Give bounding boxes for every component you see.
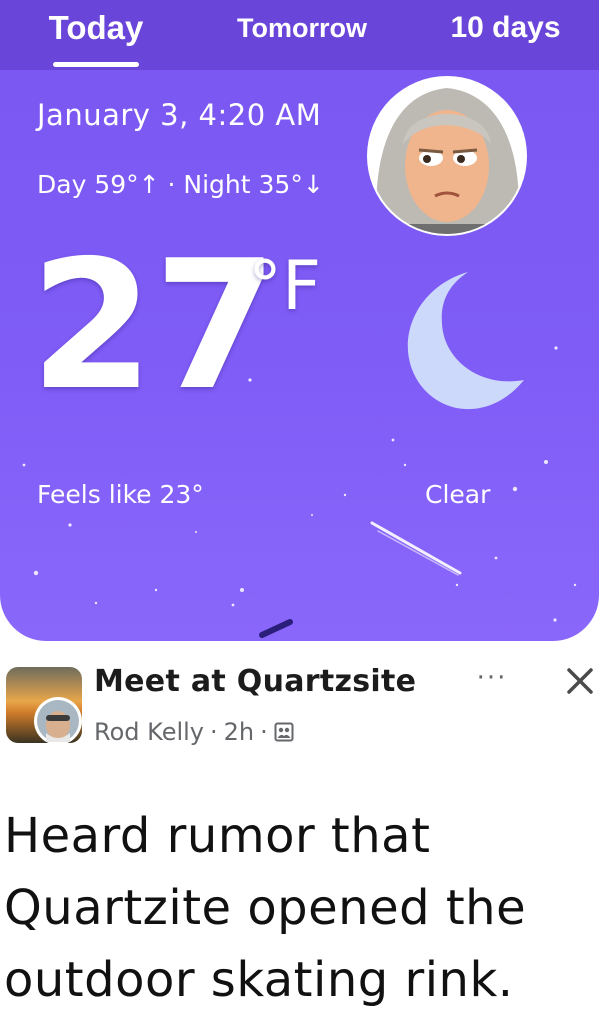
forecast-datetime: January 3, 4:20 AM	[37, 98, 322, 132]
more-options-button[interactable]: ···	[472, 665, 512, 692]
tab-tomorrow[interactable]: Tomorrow	[222, 8, 382, 48]
feels-like: Feels like 23°	[37, 480, 204, 509]
post-body: Heard rumor that Quartzite opened the ou…	[4, 808, 527, 1008]
forecast-tabbar: Today Tomorrow 10 days	[0, 0, 599, 70]
current-temperature: 27	[30, 222, 278, 429]
post-age[interactable]: 2h	[224, 718, 254, 746]
meta-separator: ·	[210, 718, 218, 746]
tab-10-days[interactable]: 10 days	[438, 8, 573, 48]
weather-card: Today Tomorrow 10 days January 3, 4:20 A…	[0, 0, 599, 641]
group-avatar[interactable]	[6, 667, 82, 743]
post-title[interactable]: Meet at Quartzsite	[94, 664, 416, 699]
group-icon	[274, 722, 294, 742]
close-icon[interactable]	[563, 664, 597, 698]
temperature-unit: °F	[248, 247, 322, 326]
post-meta: Rod Kelly · 2h ·	[94, 718, 294, 746]
post-author[interactable]: Rod Kelly	[94, 718, 204, 746]
tab-today[interactable]: Today	[30, 8, 162, 48]
crescent-moon-icon	[407, 272, 524, 410]
meta-separator: ·	[260, 718, 268, 746]
active-tab-indicator	[53, 62, 139, 67]
weather-condition: Clear	[425, 480, 491, 509]
day-night-temps: Day 59°↑ · Night 35°↓	[37, 170, 324, 199]
user-avatar[interactable]	[367, 74, 527, 238]
